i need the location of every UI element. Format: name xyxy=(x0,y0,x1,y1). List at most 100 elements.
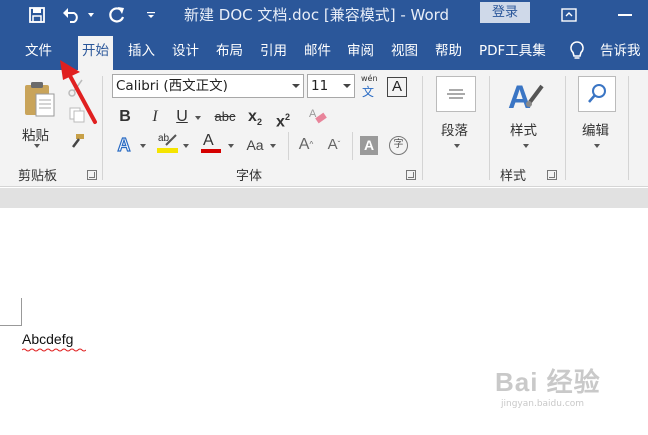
highlight-color-bar xyxy=(157,148,178,153)
ribbon-display-options-icon[interactable] xyxy=(556,0,582,30)
search-icon xyxy=(578,76,616,112)
group-divider xyxy=(422,76,423,180)
inline-divider xyxy=(288,132,289,160)
clipboard-launcher-icon[interactable] xyxy=(87,170,97,180)
tab-pdf-tools[interactable]: PDF工具集 xyxy=(479,38,546,64)
tab-file[interactable]: 文件 xyxy=(25,38,52,64)
margin-corner-mark xyxy=(21,298,22,326)
save-icon[interactable] xyxy=(24,0,50,30)
styles-launcher-icon[interactable] xyxy=(547,170,557,180)
font-launcher-icon[interactable] xyxy=(406,170,416,180)
chevron-down-icon xyxy=(343,84,351,88)
subscript-2: 2 xyxy=(256,117,262,128)
watermark-sub: jingyan.baidu.com xyxy=(501,399,585,409)
tab-references[interactable]: 引用 xyxy=(260,38,287,64)
phonetic-guide-button[interactable]: wén 文 xyxy=(359,74,381,99)
font-group-label: 字体 xyxy=(236,169,263,184)
phonetic-top-text: wén xyxy=(361,74,378,83)
document-text[interactable]: Abcdefg xyxy=(22,331,73,347)
font-size-value: 11 xyxy=(311,78,329,94)
styles-icon: A xyxy=(508,79,544,115)
tab-help[interactable]: 帮助 xyxy=(435,38,462,64)
paragraph-button[interactable]: 段落 xyxy=(432,74,478,158)
subscript-x: x xyxy=(248,108,257,125)
tab-design[interactable]: 设计 xyxy=(172,38,199,64)
margin-corner-mark xyxy=(0,325,21,326)
styles-button[interactable]: A 样式 xyxy=(502,74,552,158)
clear-formatting-icon[interactable]: A xyxy=(308,106,328,126)
annotation-arrow xyxy=(60,60,97,124)
customize-toolbar-icon[interactable] xyxy=(142,0,160,30)
strikethrough-button[interactable]: abc xyxy=(212,106,238,128)
title-bar: 新建 DOC 文档.doc [兼容模式] - Word 登录 xyxy=(0,0,648,30)
change-case-button[interactable]: Aa xyxy=(244,134,266,156)
paste-label: 粘贴 xyxy=(22,128,49,144)
group-divider xyxy=(489,76,490,180)
font-name-value: Calibri (西文正文) xyxy=(116,78,228,94)
shrink-font-button[interactable]: Aˇ xyxy=(324,134,344,156)
paragraph-label: 段落 xyxy=(441,123,468,139)
change-case-dropdown-icon[interactable] xyxy=(270,144,276,148)
font-name-select[interactable]: Calibri (西文正文) xyxy=(112,74,304,98)
character-shading-button[interactable]: A xyxy=(360,136,378,155)
superscript-2: 2 xyxy=(284,112,290,122)
highlight-dropdown-icon[interactable] xyxy=(183,144,189,148)
enclose-characters-button[interactable]: 字 xyxy=(389,136,408,155)
watermark: Bai 经验 jingyan.baidu.com xyxy=(495,362,601,409)
text-effects-dropdown-icon[interactable] xyxy=(140,144,146,148)
inline-divider xyxy=(352,132,353,160)
highlight-button[interactable]: ab xyxy=(156,133,180,157)
font-size-select[interactable]: 11 xyxy=(307,74,355,98)
font-color-dropdown-icon[interactable] xyxy=(228,144,234,148)
phonetic-bottom-text: 文 xyxy=(362,85,375,99)
text-effects-button[interactable]: A xyxy=(114,134,134,156)
pen-icon xyxy=(165,134,177,146)
tab-layout[interactable]: 布局 xyxy=(216,38,243,64)
editing-dropdown-icon xyxy=(594,144,600,148)
svg-text:A: A xyxy=(508,79,531,115)
watermark-main: Bai 经验 xyxy=(495,367,601,397)
login-button[interactable]: 登录 xyxy=(480,2,530,23)
grow-font-letter: A xyxy=(298,136,310,153)
subscript-button[interactable]: x2 xyxy=(244,106,266,128)
group-divider xyxy=(628,76,629,180)
paragraph-dropdown-icon xyxy=(454,144,460,148)
tab-insert[interactable]: 插入 xyxy=(128,38,155,64)
tab-mailings[interactable]: 邮件 xyxy=(304,38,331,64)
styles-group-label: 样式 xyxy=(500,169,527,184)
editing-button[interactable]: 编辑 xyxy=(576,74,622,158)
tab-tell-me[interactable]: 告诉我 xyxy=(600,38,641,64)
redo-icon[interactable] xyxy=(104,0,130,30)
styles-label: 样式 xyxy=(510,123,537,139)
paste-dropdown-icon xyxy=(34,144,40,148)
font-color-button[interactable]: A xyxy=(200,132,222,156)
grow-font-button[interactable]: A^ xyxy=(296,134,316,156)
underline-button[interactable]: U xyxy=(172,106,192,128)
styles-dropdown-icon xyxy=(523,144,529,148)
undo-dropdown-icon[interactable] xyxy=(86,0,96,30)
lightbulb-icon[interactable] xyxy=(568,40,588,62)
undo-icon[interactable] xyxy=(58,0,86,30)
font-color-bar xyxy=(201,149,221,153)
clipboard-icon xyxy=(25,82,55,117)
caret-down-icon: ˇ xyxy=(337,140,341,149)
underline-dropdown-icon[interactable] xyxy=(195,116,201,120)
editing-label: 编辑 xyxy=(582,123,609,139)
group-divider xyxy=(565,76,566,180)
document-title: 新建 DOC 文档.doc [兼容模式] - Word xyxy=(184,6,450,24)
group-divider xyxy=(102,76,103,180)
clipboard-group-label: 剪贴板 xyxy=(18,169,58,184)
minimize-icon[interactable] xyxy=(612,0,638,30)
tab-review[interactable]: 审阅 xyxy=(347,38,374,64)
tab-view[interactable]: 视图 xyxy=(391,38,418,64)
chevron-down-icon xyxy=(292,84,300,88)
character-border-button[interactable]: A xyxy=(387,77,407,97)
format-painter-icon[interactable] xyxy=(68,132,88,152)
superscript-button[interactable]: x2 xyxy=(272,106,294,131)
superscript-x: x xyxy=(276,113,285,131)
italic-button[interactable]: I xyxy=(145,106,165,128)
spellcheck-underline xyxy=(22,348,86,352)
shrink-font-letter: A xyxy=(327,136,338,153)
bold-button[interactable]: B xyxy=(115,106,135,128)
paragraph-icon xyxy=(436,76,476,112)
